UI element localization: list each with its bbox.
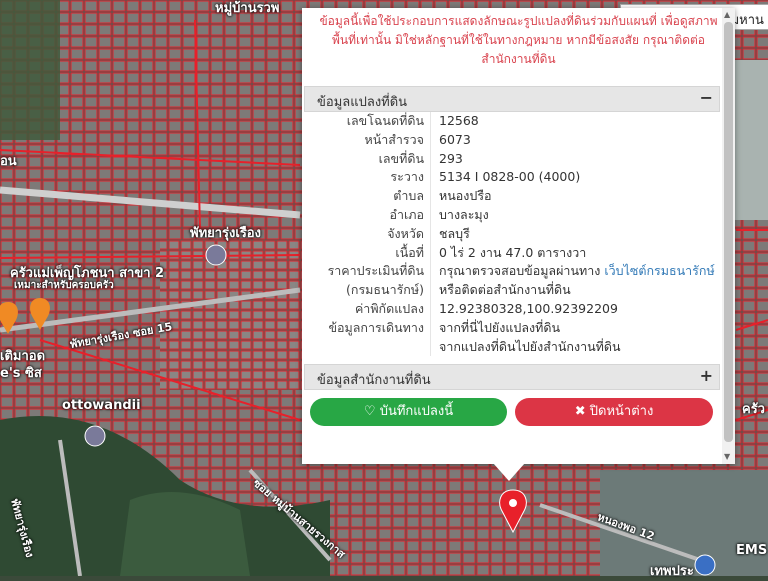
table-row: ค่าพิกัดแปลง 12.92380328,100.92392209: [304, 299, 720, 319]
row-label: หน้าสำรวจ: [364, 131, 424, 147]
row-value: หรือติดต่อสำนักงานที่ดิน: [430, 281, 720, 300]
row-value: 12568: [430, 112, 720, 131]
treasury-website-link[interactable]: เว็บไซต์กรมธนารักษ์: [604, 263, 714, 278]
map-label-left: อน: [0, 154, 17, 169]
close-window-label: ปิดหน้าต่าง: [589, 404, 654, 419]
office-info-section-title: ข้อมูลสำนักงานที่ดิน: [317, 373, 431, 388]
collapse-icon[interactable]: −: [700, 88, 713, 107]
row-value: 6073: [430, 130, 720, 150]
map-label-thep: เทพประ: [650, 564, 694, 579]
map-label-pattaya-road: พัทยารุ่งเรือง: [190, 226, 261, 241]
scroll-thumb[interactable]: [724, 22, 733, 442]
table-row: ระวาง 5134 I 0828-00 (4000): [304, 168, 720, 188]
table-row: เลขที่ดิน 293: [304, 149, 720, 169]
appraisal-text: กรุณาตรวจสอบข้อมูลผ่านทาง: [439, 263, 601, 279]
map-label-village: หมู่บ้านรวพ: [215, 1, 280, 16]
row-value: บางละมุง: [430, 205, 720, 225]
row-label: ค่าพิกัดแปลง: [354, 300, 424, 316]
land-info-section-title: ข้อมูลแปลงที่ดิน: [317, 95, 408, 110]
row-value: หนองปรือ: [430, 187, 720, 206]
map-label-ems: EMS: [736, 543, 768, 558]
row-label: (กรมธนารักษ์): [346, 282, 424, 298]
row-value: 5134 I 0828-00 (4000): [430, 168, 720, 188]
row-label: จังหวัด: [387, 225, 424, 241]
row-label: [304, 338, 430, 357]
close-icon: ✖: [574, 404, 586, 419]
industrial-roof: [735, 60, 768, 220]
coordinates-link[interactable]: 12.92380328,100.92392209: [430, 299, 720, 319]
land-info-popup: ข้อมูลนี้เพื่อใช้ประกอบการแสดงลักษณะรูปแ…: [302, 8, 735, 464]
save-parcel-button[interactable]: ♡ บันทึกแปลงนี้: [310, 398, 507, 426]
row-label: ระวาง: [390, 169, 424, 185]
row-label: เนื้อที่: [395, 244, 424, 260]
scroll-down-icon[interactable]: ▼: [724, 452, 730, 461]
popup-scrollbar[interactable]: ▲ ▼: [722, 8, 735, 464]
table-row: (กรมธนารักษ์) หรือติดต่อสำนักงานที่ดิน: [304, 281, 720, 300]
heart-icon: ♡: [363, 404, 376, 419]
map-label-left-mid2: e's ซิส: [0, 366, 42, 381]
scroll-up-icon[interactable]: ▲: [724, 10, 730, 19]
housing-area: [160, 240, 310, 390]
table-row: เลขโฉนดที่ดิน 12568: [304, 112, 720, 131]
row-value: กรุณาตรวจสอบข้อมูลผ่านทาง เว็บไซต์กรมธนา…: [430, 262, 720, 282]
map-label-restaurant-sub: เหมาะสำหรับครอบครัว: [14, 280, 114, 291]
row-label: อำเภอ: [389, 206, 424, 222]
tree-area: [0, 0, 60, 140]
land-info-table: เลขโฉนดที่ดิน 12568 หน้าสำรวจ 6073 เลขที…: [304, 112, 720, 357]
land-info-section-header[interactable]: ข้อมูลแปลงที่ดิน −: [304, 86, 720, 112]
row-value: 293: [430, 149, 720, 169]
row-label: ข้อมูลการเดินทาง: [328, 319, 424, 335]
row-value: ชลบุรี: [430, 224, 720, 244]
row-label: เลขที่ดิน: [378, 150, 424, 166]
table-row: หน้าสำรวจ 6073: [304, 130, 720, 150]
map-label-ottowandii: ottowandii: [62, 398, 141, 413]
table-row: ตำบล หนองปรือ: [304, 187, 720, 206]
table-row: ราคาประเมินที่ดิน กรุณาตรวจสอบข้อมูลผ่าน…: [304, 262, 720, 282]
popup-pointer: [493, 463, 525, 481]
disclaimer-notice: ข้อมูลนี้เพื่อใช้ประกอบการแสดงลักษณะรูปแ…: [319, 14, 718, 66]
row-value: 0 ไร่ 2 งาน 47.0 ตารางวา: [430, 243, 720, 263]
map-label-kitchen: ครัว: [742, 402, 765, 417]
table-row: จากแปลงที่ดินไปยังสำนักงานที่ดิน: [304, 337, 720, 357]
row-label: เลขโฉนดที่ดิน: [346, 113, 424, 128]
expand-icon[interactable]: +: [700, 366, 713, 385]
table-row: ข้อมูลการเดินทาง จากที่นี่ไปยังแปลงที่ดิ…: [304, 318, 720, 338]
close-window-button[interactable]: ✖ ปิดหน้าต่าง: [515, 398, 713, 426]
office-info-section-header[interactable]: ข้อมูลสำนักงานที่ดิน +: [304, 364, 720, 390]
table-row: เนื้อที่ 0 ไร่ 2 งาน 47.0 ตารางวา: [304, 243, 720, 263]
table-row: จังหวัด ชลบุรี: [304, 224, 720, 244]
directions-to-office-link[interactable]: จากแปลงที่ดินไปยังสำนักงานที่ดิน: [430, 337, 720, 357]
directions-to-parcel-link[interactable]: จากที่นี่ไปยังแปลงที่ดิน: [430, 318, 720, 338]
save-parcel-label: บันทึกแปลงนี้: [379, 404, 454, 419]
poi-marker-icon[interactable]: [694, 554, 716, 576]
table-row: อำเภอ บางละมุง: [304, 205, 720, 225]
row-label: ตำบล: [393, 188, 424, 204]
row-label: ราคาประเมินที่ดิน: [327, 263, 424, 279]
